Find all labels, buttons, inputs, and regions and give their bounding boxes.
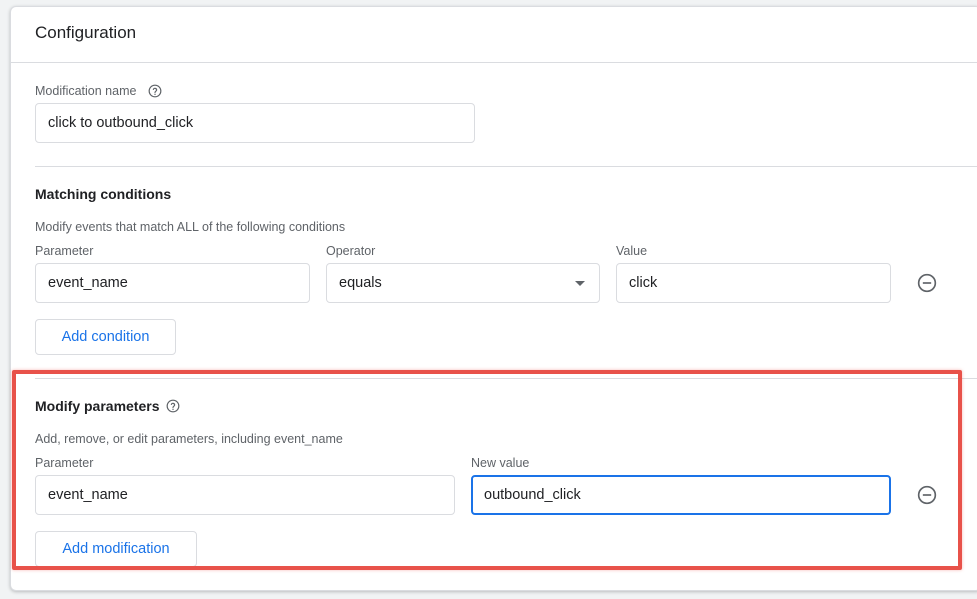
help-icon[interactable] [166, 399, 180, 413]
section-divider [35, 378, 977, 379]
section-divider [35, 166, 977, 167]
condition-operator-label: Operator [326, 244, 376, 258]
modification-new-value-input[interactable]: outbound_click [471, 475, 891, 515]
condition-value-label: Value [616, 244, 648, 258]
add-condition-button[interactable]: Add condition [35, 319, 176, 355]
modify-parameters-title: Modify parameters [35, 398, 160, 414]
condition-operator-value: equals [339, 275, 382, 291]
configuration-card: Configuration Modification name click to… [10, 6, 977, 591]
add-modification-button[interactable]: Add modification [35, 531, 197, 567]
modification-parameter-input[interactable]: event_name [35, 475, 455, 515]
page-title: Configuration [35, 23, 137, 42]
card-header: Configuration [11, 7, 977, 63]
modify-parameters-description: Add, remove, or edit parameters, includi… [35, 432, 343, 446]
remove-condition-icon[interactable] [917, 273, 937, 293]
modification-name-label: Modification name [35, 84, 137, 98]
condition-parameter-input[interactable]: event_name [35, 263, 310, 303]
matching-conditions-description: Modify events that match ALL of the foll… [35, 220, 346, 234]
modification-name-input[interactable]: click to outbound_click [35, 103, 475, 143]
condition-operator-select[interactable]: equals [326, 263, 600, 303]
condition-parameter-label: Parameter [35, 244, 94, 258]
dropdown-caret-icon [575, 281, 585, 286]
condition-value-input[interactable]: click [616, 263, 891, 303]
modification-new-value-label: New value [471, 456, 530, 470]
help-icon[interactable] [148, 84, 162, 98]
modification-parameter-label: Parameter [35, 456, 94, 470]
matching-conditions-title: Matching conditions [35, 186, 172, 202]
remove-modification-icon[interactable] [917, 485, 937, 505]
